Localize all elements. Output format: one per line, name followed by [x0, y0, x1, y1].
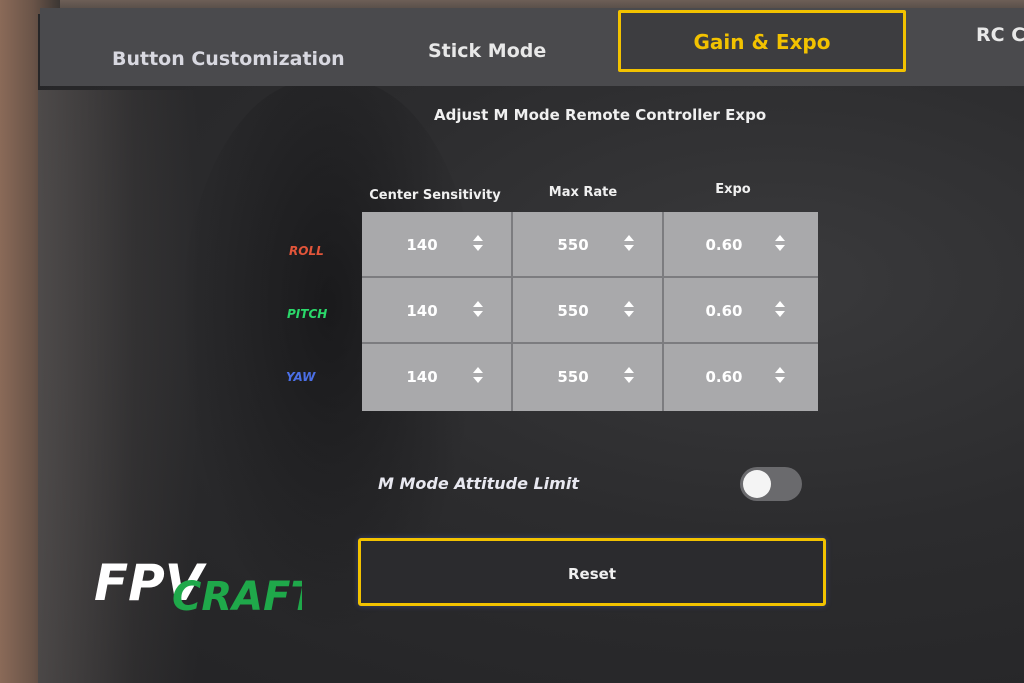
yaw-center-sensitivity-stepper[interactable]: 140 [362, 344, 513, 411]
stepper-value: 0.60 [705, 302, 743, 320]
expo-grid: 140 550 0.60 140 550 0.60 140 550 0.60 [362, 212, 818, 411]
pitch-center-sensitivity-stepper[interactable]: 140 [362, 278, 513, 344]
stepper-value: 0.60 [705, 236, 743, 254]
logo-text-craft: CRAFT [172, 574, 302, 618]
toggle-knob [743, 470, 771, 498]
tab-stick-mode[interactable]: Stick Mode [428, 40, 546, 62]
up-down-arrows-icon[interactable] [774, 366, 786, 386]
attitude-limit-toggle[interactable] [740, 467, 802, 501]
tab-button-customization[interactable]: Button Customization [112, 48, 345, 70]
up-down-arrows-icon[interactable] [472, 366, 484, 386]
column-header-center-sensitivity: Center Sensitivity [369, 188, 501, 203]
stepper-value: 550 [557, 236, 589, 254]
up-down-arrows-icon[interactable] [472, 234, 484, 254]
axis-label-pitch: PITCH [287, 307, 328, 321]
attitude-limit-label: M Mode Attitude Limit [378, 474, 579, 493]
axis-label-roll: ROLL [289, 244, 324, 258]
stepper-value: 550 [557, 302, 589, 320]
column-header-max-rate: Max Rate [548, 185, 618, 200]
page-title: Adjust M Mode Remote Controller Expo [434, 106, 767, 124]
up-down-arrows-icon[interactable] [623, 234, 635, 254]
reset-button-label: Reset [568, 565, 616, 583]
stepper-value: 140 [406, 368, 438, 386]
up-down-arrows-icon[interactable] [623, 366, 635, 386]
yaw-max-rate-stepper[interactable]: 550 [513, 344, 664, 411]
roll-center-sensitivity-stepper[interactable]: 140 [362, 212, 513, 278]
tab-gain-expo[interactable]: Gain & Expo [618, 10, 906, 72]
up-down-arrows-icon[interactable] [623, 300, 635, 320]
pitch-expo-stepper[interactable]: 0.60 [664, 278, 818, 344]
stepper-value: 140 [406, 302, 438, 320]
up-down-arrows-icon[interactable] [774, 300, 786, 320]
fpvcraft-logo: FPV CRAFT [94, 554, 302, 618]
pitch-max-rate-stepper[interactable]: 550 [513, 278, 664, 344]
tab-gain-expo-label: Gain & Expo [693, 30, 831, 54]
up-down-arrows-icon[interactable] [472, 300, 484, 320]
up-down-arrows-icon[interactable] [774, 234, 786, 254]
stepper-value: 140 [406, 236, 438, 254]
column-header-expo: Expo [715, 182, 751, 197]
tab-rc-calibration[interactable]: RC Calib [976, 24, 1024, 46]
axis-label-yaw: YAW [286, 370, 316, 384]
roll-expo-stepper[interactable]: 0.60 [664, 212, 818, 278]
roll-max-rate-stepper[interactable]: 550 [513, 212, 664, 278]
tab-bar: Button Customization Stick Mode Gain & E… [40, 8, 1024, 86]
stepper-value: 0.60 [705, 368, 743, 386]
yaw-expo-stepper[interactable]: 0.60 [664, 344, 818, 411]
reset-button[interactable]: Reset [358, 538, 826, 606]
stepper-value: 550 [557, 368, 589, 386]
